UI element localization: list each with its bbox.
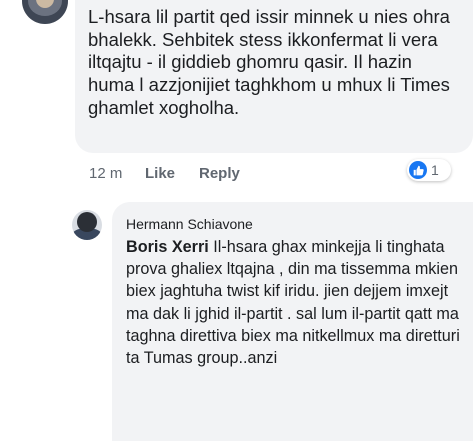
commenter-avatar[interactable] xyxy=(22,0,68,24)
reaction-summary[interactable]: 1 xyxy=(407,159,451,181)
reply-author-avatar[interactable] xyxy=(72,210,102,240)
like-button[interactable]: Like xyxy=(145,164,175,184)
reply-text: Boris Xerri Il-hsara ghax minkejja li ti… xyxy=(126,236,466,369)
comment-timestamp[interactable]: 12 m xyxy=(89,164,122,184)
reaction-count: 1 xyxy=(431,162,439,178)
mention-link[interactable]: Boris Xerri xyxy=(126,238,209,256)
like-icon xyxy=(409,161,427,179)
comment-text: L-hsara lil partit qed issir minnek u ni… xyxy=(88,6,450,118)
reply-body-text: Il-hsara ghax minkejja li tinghata prova… xyxy=(126,238,460,368)
reply-author-name[interactable]: Hermann Schiavone xyxy=(126,215,253,233)
avatar-head xyxy=(77,212,97,232)
reply-button[interactable]: Reply xyxy=(199,164,240,184)
